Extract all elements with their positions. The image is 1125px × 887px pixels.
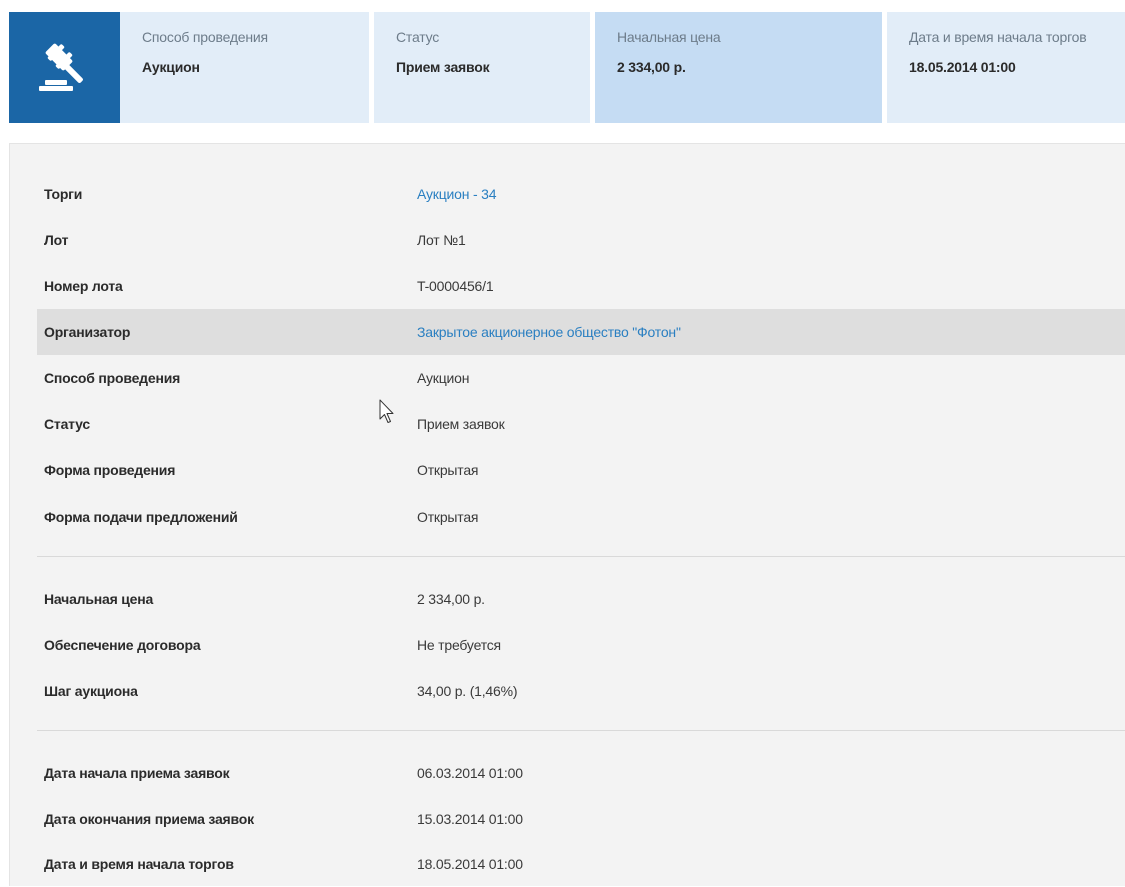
summary-method-label: Способ проведения (142, 29, 268, 45)
detail-key: Дата и время начала торгов (44, 856, 234, 872)
organizer-link[interactable]: Закрытое акционерное общество "Фотон" (417, 324, 681, 340)
detail-value: Не требуется (417, 637, 501, 653)
lot-summary-bar: Способ проведения Аукцион Статус Прием з… (9, 12, 1125, 123)
summary-cell-start-price: Начальная цена 2 334,00 р. (595, 12, 882, 123)
detail-row-trading: Торги Аукцион - 34 (37, 171, 1125, 217)
detail-key: Способ проведения (44, 370, 181, 386)
detail-key: Организатор (44, 324, 131, 340)
detail-value: T-0000456/1 (417, 278, 494, 294)
section-divider (37, 730, 1125, 731)
detail-row-start-price: Начальная цена 2 334,00 р. (37, 576, 1125, 622)
detail-row-organizer: Организатор Закрытое акционерное обществ… (37, 309, 1125, 355)
summary-status-value: Прием заявок (396, 59, 490, 75)
detail-value: 18.05.2014 01:00 (417, 856, 523, 872)
detail-row-auction-step: Шаг аукциона 34,00 р. (1,46%) (37, 668, 1125, 714)
summary-start-price-value: 2 334,00 р. (617, 59, 686, 75)
detail-value: Прием заявок (417, 416, 505, 432)
detail-value: 2 334,00 р. (417, 591, 485, 607)
summary-trading-start-value: 18.05.2014 01:00 (909, 59, 1016, 75)
detail-row-lot-number: Номер лота T-0000456/1 (37, 263, 1125, 309)
detail-key: Торги (44, 186, 83, 202)
detail-key: Дата окончания приема заявок (44, 811, 254, 827)
detail-value: 34,00 р. (1,46%) (417, 683, 518, 699)
gavel-icon (38, 43, 83, 91)
detail-key: Номер лота (44, 278, 123, 294)
detail-row-status: Статус Прием заявок (37, 401, 1125, 447)
detail-value: Лот №1 (417, 232, 466, 248)
summary-status-label: Статус (396, 29, 440, 45)
summary-cell-method: Способ проведения Аукцион (120, 12, 369, 123)
trading-link[interactable]: Аукцион - 34 (417, 186, 496, 202)
detail-value: Аукцион (417, 370, 470, 386)
detail-key: Форма подачи предложений (44, 509, 238, 525)
detail-row-method: Способ проведения Аукцион (37, 355, 1125, 401)
section-divider (37, 556, 1125, 557)
summary-method-value: Аукцион (142, 59, 200, 75)
summary-start-price-label: Начальная цена (617, 29, 721, 45)
detail-key: Начальная цена (44, 591, 154, 607)
detail-value: Открытая (417, 462, 479, 478)
detail-key: Статус (44, 416, 90, 432)
detail-row-trading-start: Дата и время начала торгов 18.05.2014 01… (37, 841, 1125, 887)
detail-row-application-start: Дата начала приема заявок 06.03.2014 01:… (37, 750, 1125, 796)
detail-key: Дата начала приема заявок (44, 765, 230, 781)
detail-key: Обеспечение договора (44, 637, 201, 653)
detail-row-lot: Лот Лот №1 (37, 217, 1125, 263)
lot-details-panel: Торги Аукцион - 34 Лот Лот №1 Номер лота… (9, 143, 1125, 886)
summary-cell-status: Статус Прием заявок (374, 12, 590, 123)
detail-value: Открытая (417, 509, 479, 525)
detail-key: Форма проведения (44, 462, 176, 478)
summary-cell-trading-start: Дата и время начала торгов 18.05.2014 01… (887, 12, 1125, 123)
detail-key: Шаг аукциона (44, 683, 138, 699)
detail-row-offer-form: Форма подачи предложений Открытая (37, 494, 1125, 540)
detail-value: 06.03.2014 01:00 (417, 765, 523, 781)
detail-row-form: Форма проведения Открытая (37, 447, 1125, 493)
detail-row-application-end: Дата окончания приема заявок 15.03.2014 … (37, 796, 1125, 842)
auction-type-tile (9, 12, 120, 123)
detail-key: Лот (44, 232, 69, 248)
mouse-cursor-icon (379, 399, 394, 423)
detail-row-contract-security: Обеспечение договора Не требуется (37, 622, 1125, 668)
detail-value: 15.03.2014 01:00 (417, 811, 523, 827)
summary-trading-start-label: Дата и время начала торгов (909, 29, 1087, 45)
